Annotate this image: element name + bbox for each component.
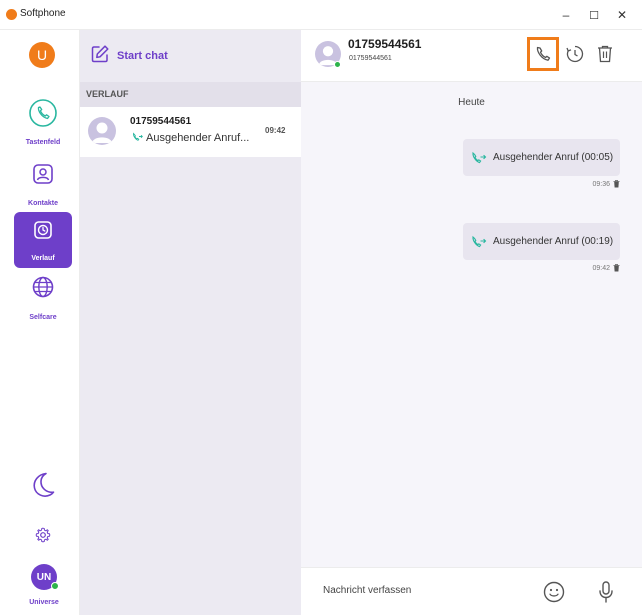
contact-online-indicator [334,61,341,68]
contact-icon [33,164,53,184]
list-item-time: 09:42 [265,126,286,135]
microphone-icon [599,581,613,603]
phone-icon [536,46,551,61]
contact-number: 01759544561 [349,55,392,62]
contact-name: 01759544561 [348,37,422,51]
nav-label: Selfcare [29,314,57,321]
nav-item-selfcare[interactable]: Selfcare [14,271,72,327]
section-header: VERLAUF [80,82,301,107]
compose-icon [91,45,109,63]
start-chat-button[interactable]: Start chat [80,30,301,82]
message-bubble: Ausgehender Anruf (00:19) [463,223,620,260]
nav-item-tastenfeld[interactable]: Tastenfeld [14,96,72,152]
start-chat-label: Start chat [117,50,168,62]
message-composer [301,567,642,615]
call-button[interactable] [527,37,559,71]
list-item[interactable]: 01759544561 09:42 Ausgehender Anruf... [80,107,301,157]
delete-message-icon[interactable] [613,264,620,272]
message-bubble: Ausgehender Anruf (00:05) [463,139,620,176]
conversation-header: 01759544561 01759544561 [301,30,642,82]
app-logo-icon [6,9,17,20]
nav-label: Kontakte [28,200,58,207]
message-meta: 09:42 [592,264,620,272]
nav-label: Verlauf [31,255,55,262]
message-input[interactable] [323,585,523,596]
outgoing-call-icon [133,132,143,141]
dark-mode-moon-icon[interactable] [30,471,56,499]
microphone-button[interactable] [594,580,618,604]
day-separator: Heute [458,97,485,108]
maximize-button[interactable]: ☐ [581,4,607,26]
message-time: 09:42 [592,264,610,272]
message-time: 09:36 [592,180,610,188]
contact-avatar [88,117,116,145]
close-window-button[interactable]: ✕ [609,4,635,26]
title-bar: Softphone – ☐ ✕ [0,0,642,30]
section-label: VERLAUF [86,89,129,99]
delete-message-icon[interactable] [613,180,620,188]
nav-item-verlauf[interactable]: Verlauf [14,212,72,268]
message-meta: 09:36 [592,180,620,188]
list-item-last-message: Ausgehender Anruf... [132,132,262,144]
outgoing-call-icon [472,235,487,247]
message-text: Ausgehender Anruf (00:05) [493,152,614,163]
list-item-last-message-text: Ausgehender Anruf... [146,132,250,144]
person-icon [92,122,112,143]
nav-item-kontakte[interactable]: Kontakte [14,157,72,213]
clock-icon [34,221,52,239]
phone-icon [29,99,57,127]
emoji-button[interactable] [542,580,566,604]
account-avatar[interactable]: U [29,42,55,68]
window-title: Softphone [20,8,66,19]
emoji-smiley-icon [543,581,565,603]
minimize-button[interactable]: – [553,4,579,26]
call-history-button[interactable] [563,42,587,66]
outgoing-call-icon [472,151,487,163]
history-list-pane: Start chat VERLAUF 01759544561 09:42 Aus… [80,30,301,615]
history-timer-icon [566,45,584,63]
message-text: Ausgehender Anruf (00:19) [493,236,614,247]
trash-icon [598,45,612,63]
globe-icon [32,276,54,298]
user-online-indicator [51,582,59,590]
navigation-rail: U Tastenfeld Kontakte Verlauf Selfcare U… [0,30,80,615]
conversation-pane: 01759544561 01759544561 Heute Ausgehende… [301,30,642,615]
nav-label: Tastenfeld [25,139,61,146]
settings-gear-icon[interactable] [35,527,51,543]
user-label: Universe [29,599,59,606]
list-item-name: 01759544561 [130,116,192,127]
delete-conversation-button[interactable] [593,42,617,66]
